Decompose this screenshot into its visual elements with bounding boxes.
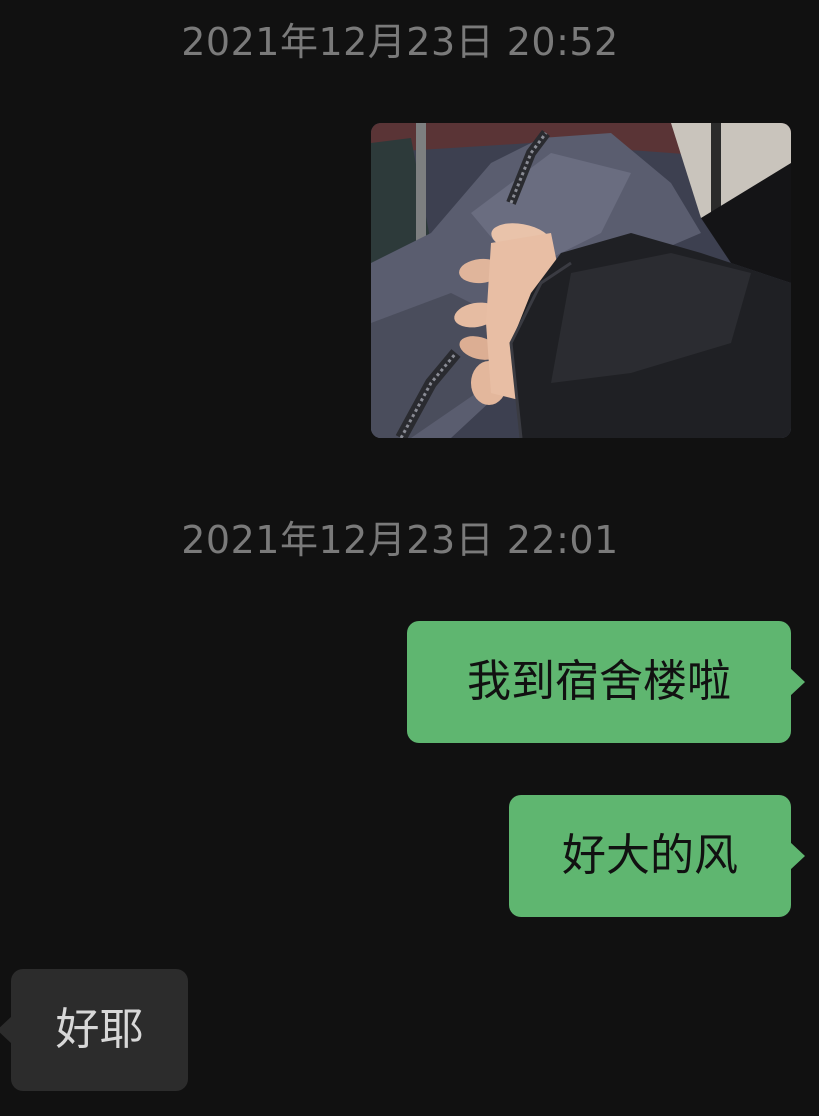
outgoing-message-bubble[interactable]: 我到宿舍楼啦 (407, 621, 805, 743)
message-text: 好大的风 (562, 830, 738, 881)
hands-photo-image (371, 123, 791, 438)
outgoing-message-bubble[interactable]: 好大的风 (509, 795, 805, 917)
message-text: 好耶 (55, 1004, 144, 1055)
message-text: 我到宿舍楼啦 (467, 656, 731, 707)
chat-timestamp: 2021年12月23日 20:52 (181, 20, 619, 64)
incoming-message-bubble[interactable]: 好耶 (0, 969, 188, 1091)
sent-photo[interactable] (371, 123, 791, 438)
chat-timestamp: 2021年12月23日 22:01 (181, 518, 619, 562)
